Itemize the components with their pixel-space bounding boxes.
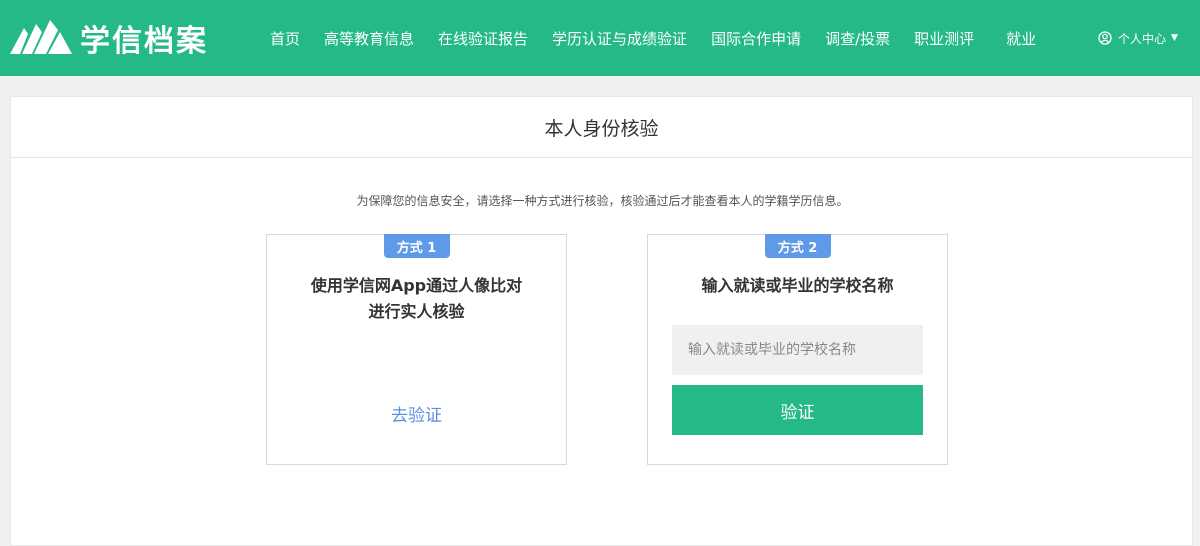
identity-verification-panel: 本人身份核验 为保障您的信息安全，请选择一种方式进行核验，核验通过后才能查看本人… <box>10 96 1193 546</box>
method-1-title: 使用学信网App通过人像比对 进行实人核验 <box>267 273 566 325</box>
nav-career-assessment[interactable]: 职业测评 <box>902 28 986 49</box>
nav-degree-certification[interactable]: 学历认证与成绩验证 <box>540 28 699 49</box>
method-1-title-line1: 使用学信网App通过人像比对 <box>310 276 523 295</box>
nav-higher-education-info[interactable]: 高等教育信息 <box>312 28 426 49</box>
nav-online-verification-report[interactable]: 在线验证报告 <box>426 28 540 49</box>
chevron-down-icon: ▼ <box>1171 33 1178 43</box>
method-2-title: 输入就读或毕业的学校名称 <box>701 276 894 295</box>
method-2-badge: 方式 2 <box>764 234 831 258</box>
go-verify-link[interactable]: 去验证 <box>267 401 566 426</box>
logo[interactable]: 学信档案 <box>10 18 208 59</box>
main-nav: 首页 高等教育信息 在线验证报告 学历认证与成绩验证 国际合作申请 调查/投票 … <box>258 0 1048 76</box>
method-1-badge: 方式 1 <box>383 234 450 258</box>
page-title: 本人身份核验 <box>11 97 1192 158</box>
logo-icon <box>10 20 72 54</box>
user-center-menu[interactable]: 个人中心 ▼ <box>1098 0 1178 76</box>
logo-text: 学信档案 <box>80 24 208 59</box>
method-1-card: 方式 1 使用学信网App通过人像比对 进行实人核验 去验证 <box>266 234 567 465</box>
nav-survey-vote[interactable]: 调查/投票 <box>813 28 902 49</box>
nav-international-cooperation[interactable]: 国际合作申请 <box>699 28 813 49</box>
school-name-input[interactable] <box>672 325 923 375</box>
security-notice: 为保障您的信息安全，请选择一种方式进行核验，核验通过后才能查看本人的学籍学历信息… <box>356 194 849 208</box>
method-1-title-line2: 进行实人核验 <box>368 302 465 321</box>
nav-home[interactable]: 首页 <box>258 28 312 49</box>
verify-button[interactable]: 验证 <box>672 385 923 435</box>
top-nav-bar: 学信档案 首页 高等教育信息 在线验证报告 学历认证与成绩验证 国际合作申请 调… <box>0 0 1200 76</box>
user-icon <box>1098 31 1112 45</box>
user-center-label: 个人中心 <box>1118 31 1167 46</box>
nav-employment[interactable]: 就业 <box>994 28 1048 49</box>
method-2-card: 方式 2 输入就读或毕业的学校名称 验证 <box>647 234 948 465</box>
